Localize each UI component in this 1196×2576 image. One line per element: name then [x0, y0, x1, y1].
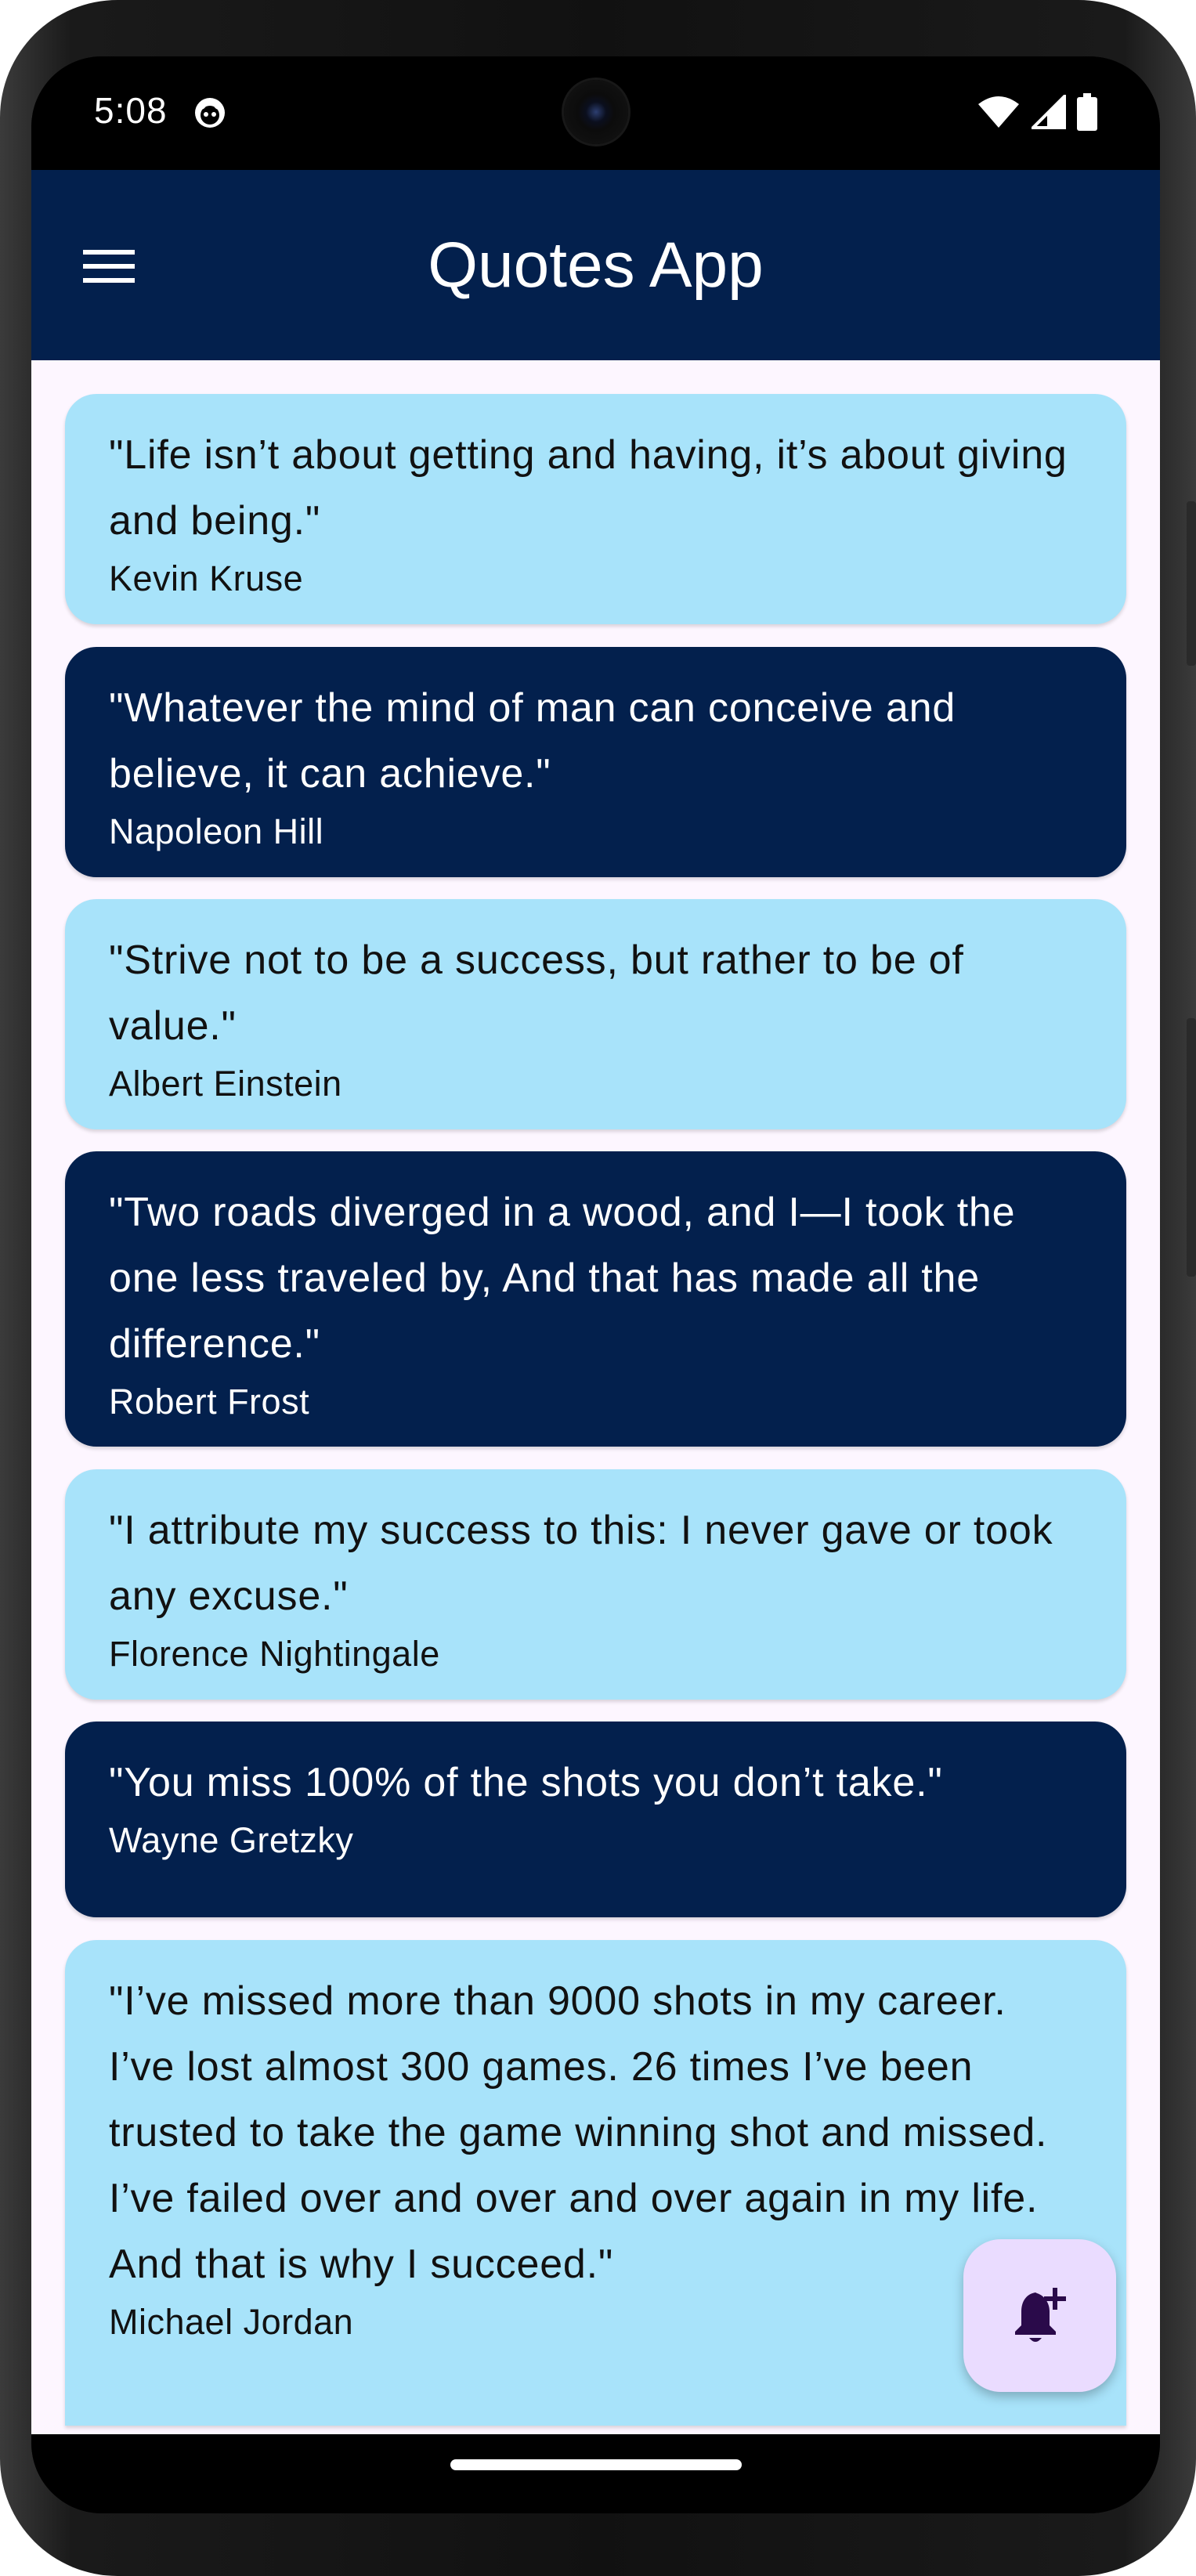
quote-card[interactable]: "Two roads diverged in a wood, and I—I t…: [65, 1151, 1126, 1447]
add-notification-button[interactable]: [963, 2239, 1116, 2392]
quote-card[interactable]: "I attribute my success to this: I never…: [65, 1469, 1126, 1700]
quote-text: "Strive not to be a success, but rather …: [109, 938, 964, 1049]
notification-app-icon: [193, 96, 227, 130]
quote-card[interactable]: "Strive not to be a success, but rather …: [65, 899, 1126, 1129]
quote-author: Albert Einstein: [109, 1064, 342, 1104]
power-button: [1187, 501, 1196, 666]
system-nav-bar: [31, 2434, 1160, 2513]
status-icons: [977, 92, 1097, 135]
app-bar: Quotes App: [31, 170, 1160, 360]
home-indicator[interactable]: [450, 2459, 742, 2470]
quote-text: "Two roads diverged in a wood, and I—I t…: [109, 1190, 1016, 1367]
device-frame: 5:08 Quotes App "Life isn’t about gettin…: [0, 0, 1196, 2576]
status-bar: 5:08: [31, 56, 1160, 170]
quote-card[interactable]: "Whatever the mind of man can conceive a…: [65, 647, 1126, 877]
status-time: 5:08: [94, 90, 168, 131]
quote-text: "Life isn’t about getting and having, it…: [109, 432, 1068, 544]
quote-text: "I’ve missed more than 9000 shots in my …: [109, 1978, 1048, 2287]
quote-text: "You miss 100% of the shots you don’t ta…: [109, 1760, 943, 1805]
front-camera: [564, 80, 628, 144]
quote-author: Robert Frost: [109, 1382, 310, 1422]
volume-button: [1187, 1018, 1196, 1277]
battery-icon: [1077, 93, 1097, 134]
add-notification-bell-icon: [1014, 2287, 1066, 2342]
quote-author: Florence Nightingale: [109, 1634, 440, 1674]
quote-text: "I attribute my success to this: I never…: [109, 1508, 1053, 1619]
screen: 5:08 Quotes App "Life isn’t about gettin…: [31, 56, 1160, 2513]
quote-list-container[interactable]: "Life isn’t about getting and having, it…: [31, 360, 1160, 2434]
quote-text: "Whatever the mind of man can conceive a…: [109, 685, 956, 797]
quote-author: Napoleon Hill: [109, 811, 324, 851]
page-title: Quotes App: [428, 229, 764, 301]
quote-author: Michael Jordan: [109, 2302, 354, 2342]
quote-author: Kevin Kruse: [109, 558, 304, 598]
wifi-icon: [977, 95, 1021, 132]
quote-author: Wayne Gretzky: [109, 1820, 354, 1860]
quote-card[interactable]: "You miss 100% of the shots you don’t ta…: [65, 1722, 1126, 1917]
cell-signal-icon: [1029, 92, 1066, 132]
quote-card[interactable]: "Life isn’t about getting and having, it…: [65, 394, 1126, 624]
